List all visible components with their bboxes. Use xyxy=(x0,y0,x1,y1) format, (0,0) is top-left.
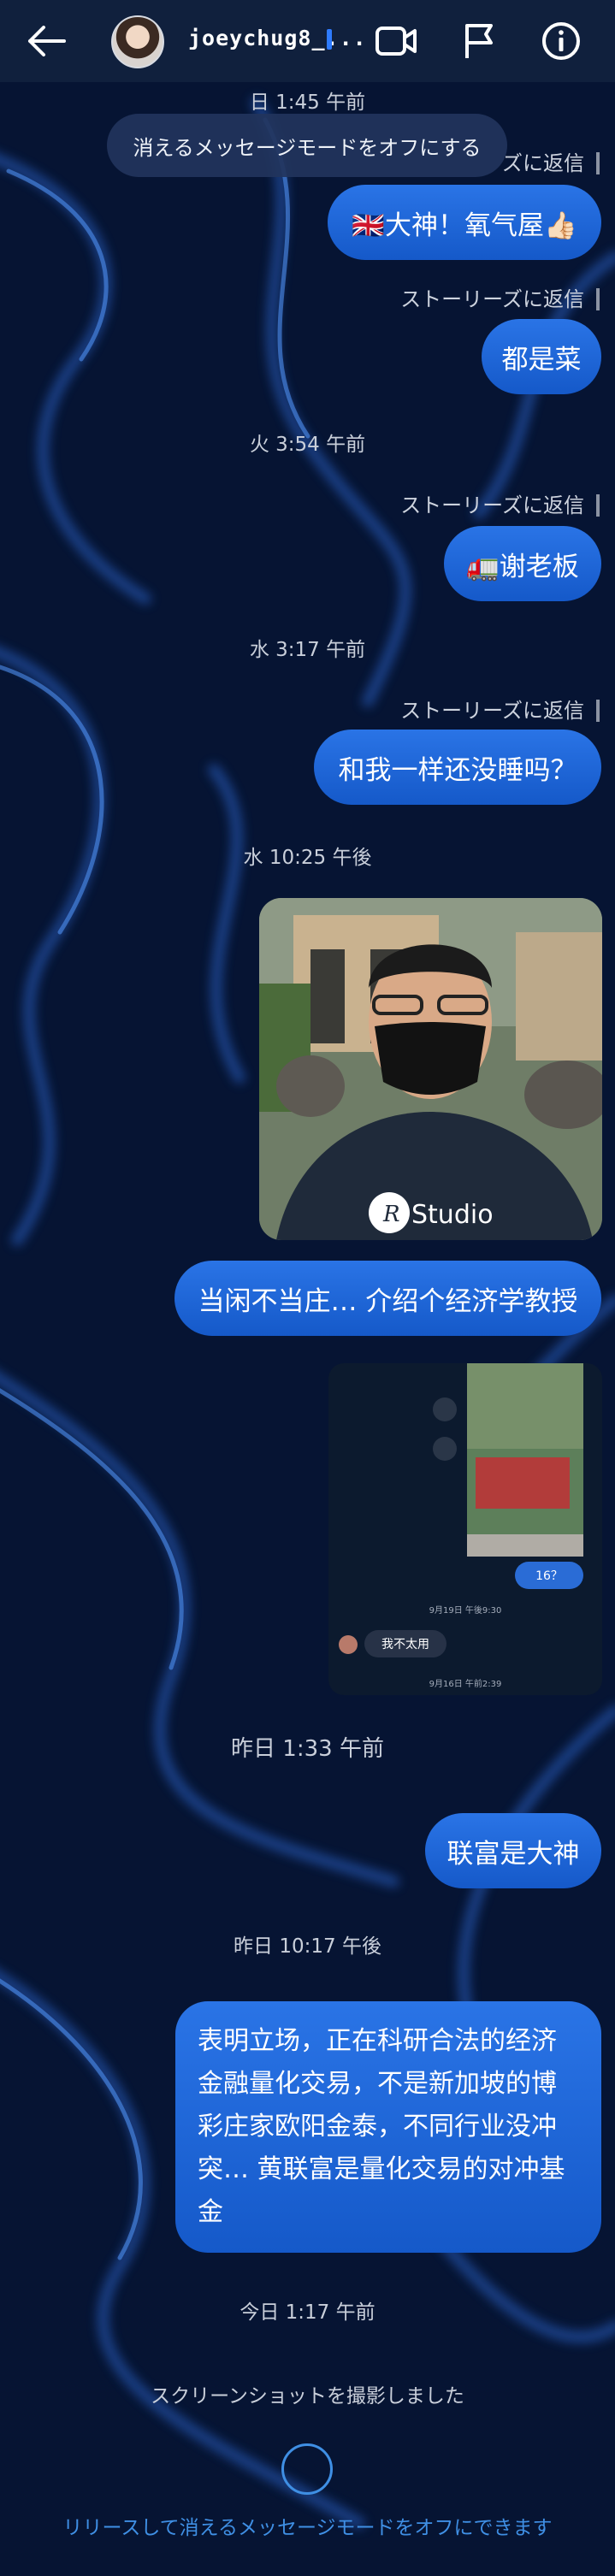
story-reply-label: ストーリーズに返信 xyxy=(400,288,600,310)
message-bubble[interactable]: 表明立场，正在科研合法的经济 金融量化交易，不是新加坡的博 彩庄家欧阳金泰，不同… xyxy=(175,2001,601,2253)
message-line: 彩庄家欧阳金泰，不同行业没冲 xyxy=(198,2112,557,2142)
chat-header: joeychug8_... xyxy=(0,0,615,82)
message-line: 金 xyxy=(198,2197,223,2227)
photo-message[interactable]: R Studio xyxy=(259,898,602,1240)
flag-icon[interactable] xyxy=(457,19,501,63)
release-circle-button[interactable] xyxy=(281,2443,333,2495)
message-line: 表明立场，正在科研合法的经济 xyxy=(198,2026,557,2056)
username-marker xyxy=(327,29,332,50)
screenshot-timestamp: 9月16日 午前2:39 xyxy=(429,1680,502,1689)
edit-icon xyxy=(433,1437,457,1461)
screenshot-image xyxy=(467,1363,583,1557)
photo-logo-text: Studio xyxy=(411,1200,494,1230)
timestamp: 水 3:17 午前 xyxy=(249,639,366,661)
selfie-photo: R Studio xyxy=(259,898,602,1240)
message-line: 突… 黄联富是量化交易的对冲基 xyxy=(198,2154,565,2184)
avatar[interactable] xyxy=(111,15,164,68)
message-bubble[interactable]: 都是菜 xyxy=(482,319,601,394)
shared-screenshot[interactable]: 16？ 9月19日 午後9:30 我不太用 9月16日 午前2:39 xyxy=(328,1363,602,1695)
share-icon xyxy=(433,1397,457,1421)
video-call-icon[interactable] xyxy=(374,19,418,63)
message-bubble[interactable]: 联富是大神 xyxy=(425,1813,601,1888)
story-reply-label: ズに返信 xyxy=(502,152,600,174)
message-bubble[interactable]: 🚛谢老板 xyxy=(444,526,601,601)
message-bubble[interactable]: 🇬🇧大神！氧气屋👍🏻 xyxy=(328,185,601,260)
timestamp: 今日 1:17 午前 xyxy=(239,2301,376,2324)
disappearing-mode-off-button[interactable]: 消えるメッセージモードをオフにする xyxy=(107,114,507,177)
photo-logo-mark: R xyxy=(382,1202,400,1227)
info-icon[interactable] xyxy=(539,19,583,63)
timestamp: 昨日 10:17 午後 xyxy=(234,1935,381,1958)
message-line: 金融量化交易，不是新加坡的博 xyxy=(198,2069,557,2099)
screenshot-message: 我不太用 xyxy=(364,1630,446,1657)
back-arrow-icon[interactable] xyxy=(24,19,68,63)
screenshot-timestamp: 9月19日 午後9:30 xyxy=(429,1606,502,1616)
timestamp: 日 1:45 午前 xyxy=(249,92,366,114)
timestamp: 昨日 1:33 午前 xyxy=(231,1736,384,1762)
avatar xyxy=(339,1635,358,1654)
story-reply-label: ストーリーズに返信 xyxy=(400,700,600,722)
screenshot-notice: スクリーンショットを撮影しました xyxy=(151,2385,464,2408)
screenshot-badge: 16？ xyxy=(515,1562,583,1589)
release-hint: リリースして消えるメッセージモードをオフにできます xyxy=(62,2517,553,2539)
timestamp: 水 10:25 午後 xyxy=(243,847,372,869)
message-bubble[interactable]: 当闲不当庄… 介绍个经济学教授 xyxy=(174,1261,601,1336)
story-reply-label: ストーリーズに返信 xyxy=(400,494,600,517)
timestamp: 火 3:54 午前 xyxy=(249,434,366,456)
message-bubble[interactable]: 和我一样还没睡吗？ xyxy=(314,730,601,805)
username[interactable]: joeychug8_... xyxy=(188,26,367,50)
